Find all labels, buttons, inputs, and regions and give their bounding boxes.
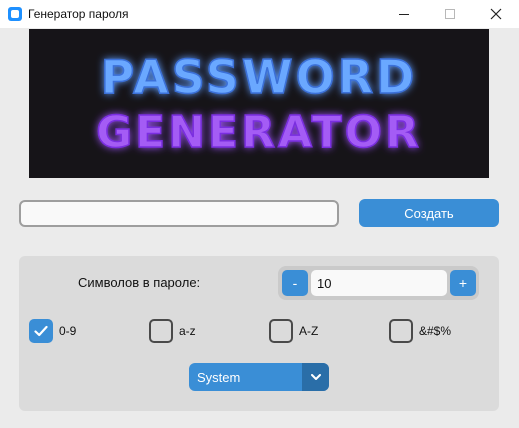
lowercase-checkbox-label: a-z — [179, 324, 196, 338]
app-icon — [8, 7, 22, 21]
maximize-button[interactable] — [427, 0, 473, 28]
minimize-button[interactable] — [381, 0, 427, 28]
close-button[interactable] — [473, 0, 519, 28]
uppercase-checkbox-label: A-Z — [299, 324, 319, 338]
length-label: Символов в пароле: — [78, 275, 201, 290]
maximize-icon — [445, 9, 455, 19]
window-title: Генератор пароля — [28, 7, 129, 21]
digits-checkbox[interactable] — [29, 319, 53, 343]
banner-line-2: GENERATOR — [96, 107, 422, 158]
password-output-field[interactable] — [19, 200, 339, 227]
symbols-checkbox[interactable] — [389, 319, 413, 343]
close-icon — [490, 8, 502, 20]
theme-dropdown[interactable]: System — [189, 363, 329, 391]
uppercase-checkbox[interactable] — [269, 319, 293, 343]
lowercase-checkbox[interactable] — [149, 319, 173, 343]
minimize-icon — [399, 13, 409, 15]
length-input[interactable] — [311, 270, 447, 296]
symbols-checkbox-label: &#$% — [419, 324, 452, 338]
banner-line-1: PASSWORD — [101, 50, 418, 104]
length-increment-button[interactable]: + — [450, 270, 476, 296]
length-decrement-button[interactable]: - — [282, 270, 308, 296]
password-generator-banner: PASSWORD GENERATOR — [29, 29, 489, 178]
title-bar: Генератор пароля — [0, 0, 519, 28]
checkmark-icon — [34, 325, 48, 337]
chevron-down-icon[interactable] — [302, 363, 329, 391]
theme-dropdown-value: System — [197, 370, 241, 385]
create-button[interactable]: Создать — [359, 199, 499, 227]
digits-checkbox-label: 0-9 — [59, 324, 77, 338]
